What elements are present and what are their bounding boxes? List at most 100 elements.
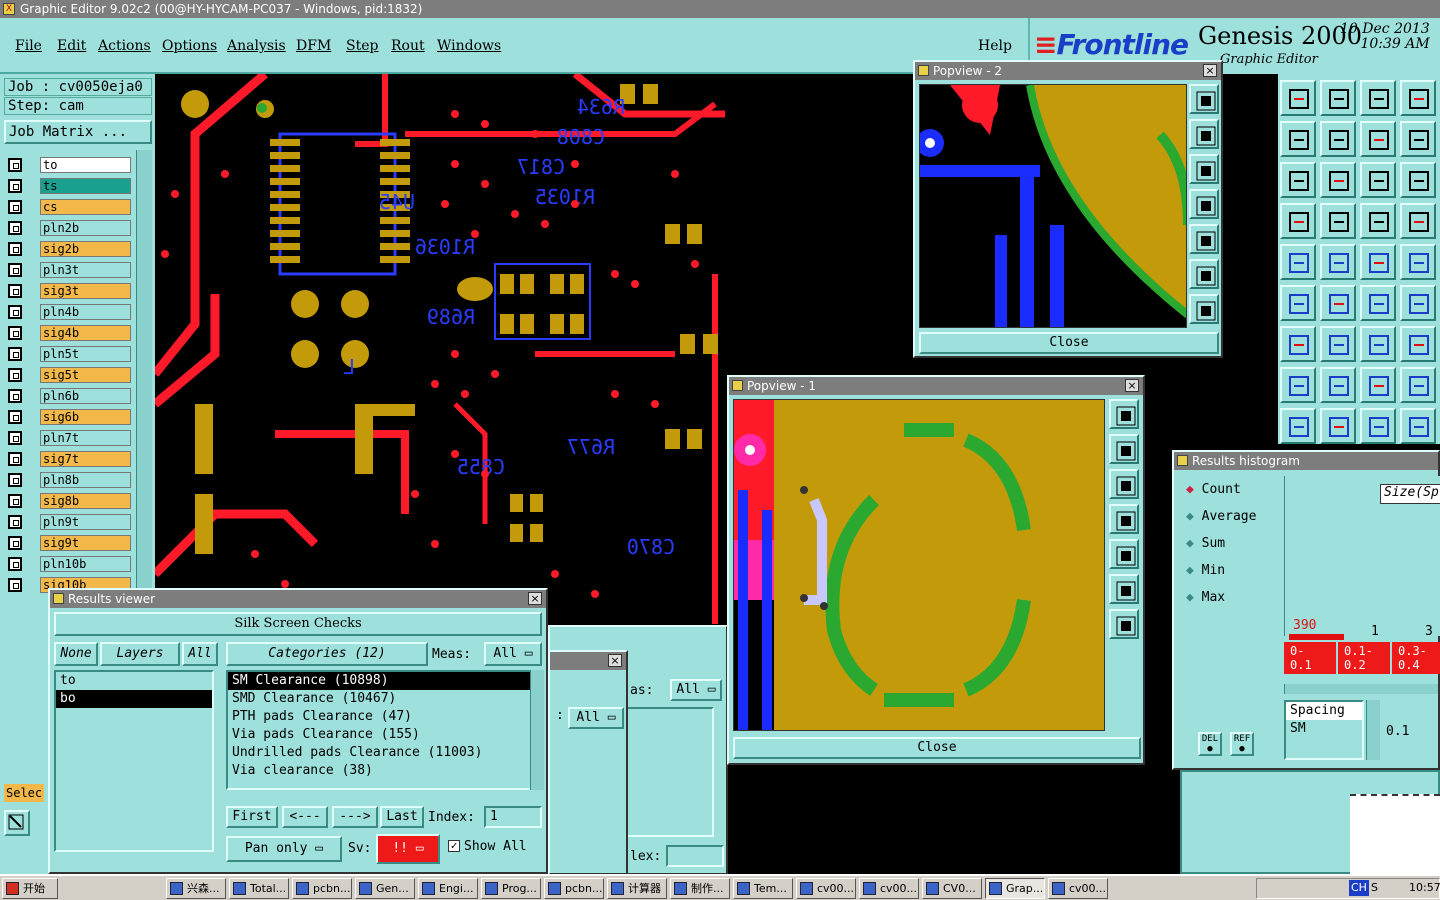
layer-checkbox[interactable]: [8, 347, 22, 361]
zoom-window-button[interactable]: [1109, 399, 1139, 429]
layer-checkbox[interactable]: [8, 515, 22, 529]
menu-actions[interactable]: Actions: [98, 38, 151, 54]
arrow-a2-tool-button[interactable]: [1360, 408, 1396, 444]
layer-row-to[interactable]: to: [8, 157, 151, 174]
layer-name[interactable]: pln6b: [40, 388, 131, 404]
histogram-bin[interactable]: 0- 0.1: [1284, 642, 1336, 674]
layer-checkbox[interactable]: [8, 305, 22, 319]
move-all-tool-button[interactable]: [1320, 162, 1356, 198]
histogram-bin[interactable]: 0.1- 0.2: [1338, 642, 1390, 674]
layer-name[interactable]: sig6b: [40, 409, 131, 425]
layer-name[interactable]: pln3t: [40, 262, 131, 278]
layer-row-sig9t[interactable]: sig9t: [8, 535, 151, 552]
taskbar-item[interactable]: cv00...: [1048, 878, 1108, 899]
taskbar-item[interactable]: pcbn...: [292, 878, 352, 899]
layer-name[interactable]: pln5t: [40, 346, 131, 362]
layer-name[interactable]: sig4b: [40, 325, 131, 341]
layer-row-sig7t[interactable]: sig7t: [8, 451, 151, 468]
behind-index-field[interactable]: [666, 845, 724, 867]
layer-checkbox[interactable]: [8, 557, 22, 571]
layer-row-cs[interactable]: cs: [8, 199, 151, 216]
start-button[interactable]: 开始: [2, 878, 58, 899]
del-button[interactable]: DEL ●: [1198, 732, 1222, 756]
dot-tool-button[interactable]: [1400, 244, 1436, 280]
results-viewer-close-x[interactable]: ×: [528, 592, 542, 605]
layer-name[interactable]: ts: [40, 178, 131, 194]
layer-scrollbar[interactable]: [136, 150, 152, 650]
pan-right-button[interactable]: [1109, 539, 1139, 569]
taskbar-item[interactable]: Gen...: [355, 878, 415, 899]
result-layer-item[interactable]: to: [56, 672, 212, 690]
loop-tool-button[interactable]: [1360, 326, 1396, 362]
layer-name[interactable]: cs: [40, 199, 131, 215]
pan-only-select[interactable]: Pan only ▭: [226, 836, 342, 862]
zoom-window-button[interactable]: [1189, 84, 1219, 114]
categories-button[interactable]: Categories (12): [226, 642, 428, 666]
layer-name[interactable]: pln10b: [40, 556, 131, 572]
layer-row-pln9t[interactable]: pln9t: [8, 514, 151, 531]
home-tool-button[interactable]: [1280, 80, 1316, 116]
move-tool-button[interactable]: [1320, 121, 1356, 157]
center-button[interactable]: [1189, 294, 1219, 324]
layer-name[interactable]: sig7t: [40, 451, 131, 467]
menu-help[interactable]: Help: [978, 38, 1012, 54]
house-tool-button[interactable]: [1360, 80, 1396, 116]
line-tool-button[interactable]: [1320, 367, 1356, 403]
triangle-tool-button[interactable]: [1280, 408, 1316, 444]
pcb-canvas[interactable]: R634 C808 C817 R1035 R1036 U45 R689 L R677 C8…: [155, 74, 725, 624]
popview-2-canvas[interactable]: [919, 84, 1187, 328]
stack-red-tool-button[interactable]: [1400, 203, 1436, 239]
menu-edit[interactable]: Edit: [57, 38, 86, 54]
layer-checkbox[interactable]: [8, 158, 22, 172]
layer-row-pln6b[interactable]: pln6b: [8, 388, 151, 405]
grid-tool-button[interactable]: [1320, 203, 1356, 239]
behind-select-2[interactable]: All ▭: [568, 707, 624, 729]
mini-map[interactable]: [1180, 770, 1440, 874]
layer-checkbox[interactable]: [8, 284, 22, 298]
stack-2-tool-button[interactable]: [1400, 367, 1436, 403]
import-tool-button[interactable]: [1280, 121, 1316, 157]
circle-square-tool-button[interactable]: [1280, 367, 1316, 403]
fit-button[interactable]: [1189, 259, 1219, 289]
measure-tool-button[interactable]: [1280, 203, 1316, 239]
menu-windows[interactable]: Windows: [437, 38, 501, 54]
taskbar-item[interactable]: cv00...: [796, 878, 856, 899]
layer-checkbox[interactable]: [8, 494, 22, 508]
layer-checkbox[interactable]: [8, 368, 22, 382]
rotate-tool-button[interactable]: [1360, 121, 1396, 157]
stretch-tool-button[interactable]: [1400, 121, 1436, 157]
taskbar-item[interactable]: Total...: [229, 878, 289, 899]
popview-1-close-x[interactable]: ×: [1125, 379, 1139, 392]
ref-button[interactable]: REF ●: [1230, 732, 1254, 756]
menu-file[interactable]: File: [15, 38, 42, 54]
zoom-in-button[interactable]: [1189, 119, 1219, 149]
hist-option-min[interactable]: ◆ Min: [1186, 563, 1225, 578]
taskbar-item[interactable]: Grap...: [985, 878, 1045, 899]
layer-name[interactable]: sig9t: [40, 535, 131, 551]
zoom-out-button[interactable]: [1189, 154, 1219, 184]
line-red-tool-button[interactable]: [1320, 244, 1356, 280]
select-tool-button[interactable]: [4, 810, 30, 836]
layer-checkbox[interactable]: [8, 179, 22, 193]
category-item[interactable]: Via clearance (38): [228, 762, 534, 780]
taskbar-item[interactable]: Engi...: [418, 878, 478, 899]
taskbar-item[interactable]: Tem...: [733, 878, 793, 899]
layer-checkbox[interactable]: [8, 389, 22, 403]
taskbar-item[interactable]: Prog...: [481, 878, 541, 899]
ruler-tool-button[interactable]: [1360, 244, 1396, 280]
next-button[interactable]: --->: [332, 806, 378, 828]
layers-button[interactable]: Layers: [100, 642, 180, 666]
node-tool-button[interactable]: [1280, 285, 1316, 321]
category-item[interactable]: Via pads Clearance (155): [228, 726, 534, 744]
pan-left-button[interactable]: [1189, 189, 1219, 219]
taskbar-item[interactable]: 制作...: [670, 878, 730, 899]
hist-option-average[interactable]: ◆ Average: [1186, 509, 1256, 524]
layer-row-pln4b[interactable]: pln4b: [8, 304, 151, 321]
layer-row-pln8b[interactable]: pln8b: [8, 472, 151, 489]
layer-checkbox[interactable]: [8, 473, 22, 487]
menu-rout[interactable]: Rout: [391, 38, 425, 54]
layer-name[interactable]: pln7t: [40, 430, 131, 446]
layer-name[interactable]: pln9t: [40, 514, 131, 530]
all-layers-button[interactable]: All: [182, 642, 218, 666]
popview-2-close-x[interactable]: ×: [1203, 64, 1217, 77]
